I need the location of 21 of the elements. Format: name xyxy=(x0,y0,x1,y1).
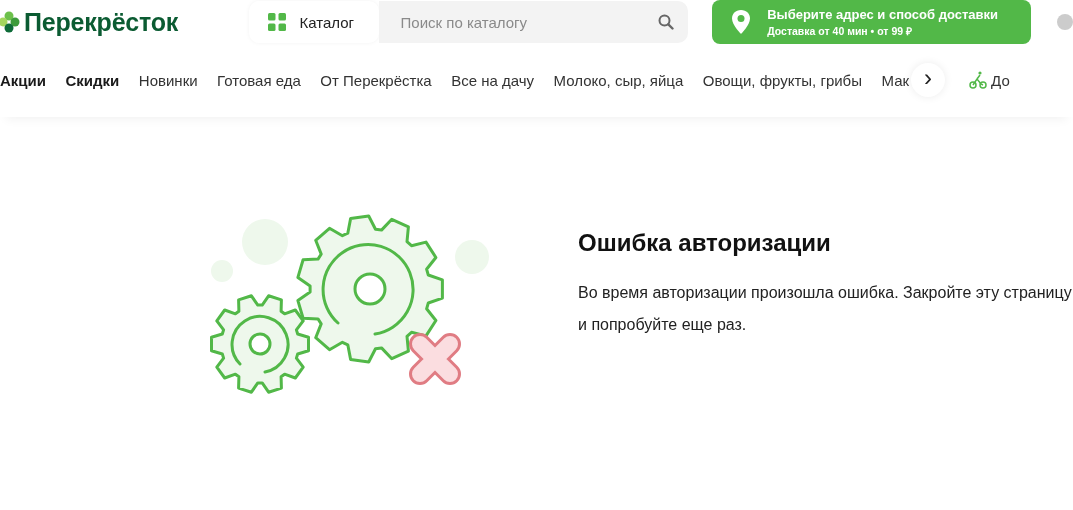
category-link[interactable]: Готовая еда xyxy=(217,71,301,89)
search-field[interactable]: Поиск по каталогу xyxy=(378,1,689,43)
category-link[interactable]: Молоко, сыр, яйца xyxy=(553,71,684,89)
grid-icon xyxy=(267,13,286,31)
error-message: Во время авторизации произошла ошибка. Закройте эту страницу и попробуйте еще раз. xyxy=(578,283,1073,335)
logo-wordmark[interactable]: Перекрёсток xyxy=(24,7,179,37)
scroll-right-button[interactable]: › xyxy=(911,63,946,97)
search-icon[interactable] xyxy=(658,14,675,30)
category-link[interactable]: Новинки xyxy=(138,71,198,89)
category-link[interactable]: Скидки xyxy=(65,71,120,89)
catalog-button[interactable]: Каталог xyxy=(248,1,379,43)
error-title: Ошибка авторизации xyxy=(578,229,832,257)
category-link[interactable]: Овощи, фрукты, грибы xyxy=(702,71,862,89)
category-link[interactable]: Мак xyxy=(881,71,910,89)
location-pin-icon xyxy=(731,9,752,35)
category-link[interactable]: Все на дачу xyxy=(451,71,535,89)
delivery-link[interactable]: До xyxy=(991,71,1010,89)
bicycle-courier-icon xyxy=(969,71,988,89)
clover-logo-icon xyxy=(0,11,20,33)
category-link[interactable]: От Перекрёстка xyxy=(320,71,432,89)
category-link[interactable]: Акции xyxy=(0,71,46,89)
